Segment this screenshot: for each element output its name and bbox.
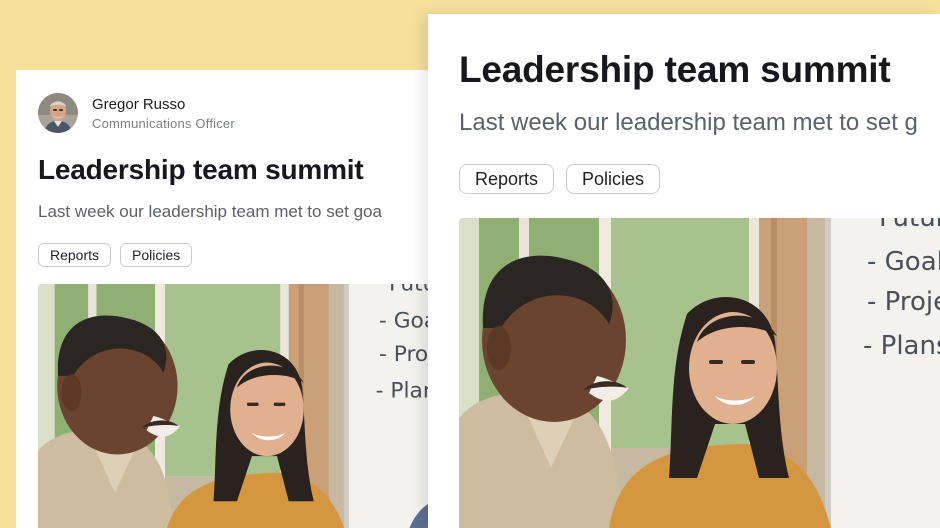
whiteboard-text-project-zoom: - Project bbox=[867, 287, 940, 317]
author-name[interactable]: Gregor Russo bbox=[92, 95, 235, 114]
tag-policies[interactable]: Policies bbox=[120, 243, 193, 267]
post-title-zoom[interactable]: Leadership team summit bbox=[459, 48, 891, 92]
post-image[interactable]: Futur - Goals - Project - Plans bbox=[38, 284, 440, 528]
whiteboard-text-plans-zoom: - Plans bbox=[863, 331, 940, 361]
tag-policies-zoom[interactable]: Policies bbox=[566, 164, 661, 194]
tag-reports-zoom[interactable]: Reports bbox=[459, 164, 555, 194]
author-row: Gregor Russo Communications Officer bbox=[38, 93, 235, 133]
whiteboard-text-goals-zoom: - Goals bbox=[867, 247, 940, 277]
post-excerpt: Last week our leadership team met to set… bbox=[38, 202, 382, 221]
author-info: Gregor Russo Communications Officer bbox=[92, 95, 235, 132]
post-card-zoom[interactable]: Leadership team summit Last week our lea… bbox=[428, 14, 940, 528]
tag-reports[interactable]: Reports bbox=[38, 243, 112, 267]
whiteboard-text-futur-zoom: Futur bbox=[879, 218, 940, 233]
author-role: Communications Officer bbox=[92, 115, 235, 131]
post-image-zoom[interactable]: Futur - Goals - Project - Plans bbox=[459, 218, 940, 528]
post-excerpt-zoom: Last week our leadership team met to set… bbox=[459, 109, 918, 136]
post-card-preview[interactable]: Gregor Russo Communications Officer Lead… bbox=[16, 70, 440, 528]
author-avatar[interactable] bbox=[38, 93, 78, 133]
tag-list-zoom: Reports Policies bbox=[459, 164, 672, 194]
tag-list: Reports Policies bbox=[38, 243, 201, 267]
post-title[interactable]: Leadership team summit bbox=[38, 153, 364, 187]
